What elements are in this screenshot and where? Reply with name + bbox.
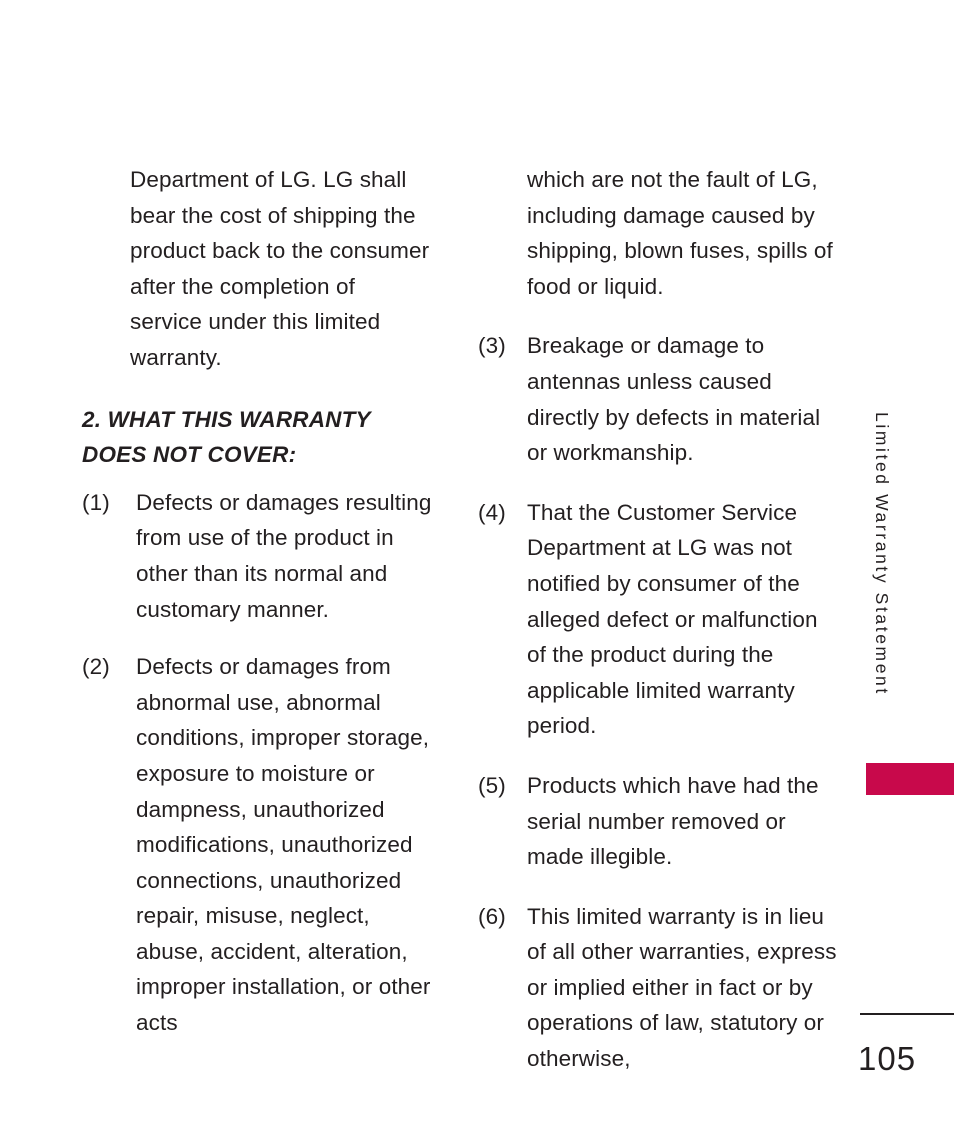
list-item-marker: (6) (478, 903, 506, 929)
list-item-text: That the Customer Service Department at … (527, 499, 818, 739)
list-item-marker: (1) (82, 489, 110, 515)
list-item-text: This limited warranty is in lieu of all … (527, 903, 837, 1072)
right-continued-paragraph: which are not the fault of LG, including… (527, 167, 833, 299)
list-item-text: Defects or damages resulting from use of… (136, 489, 432, 622)
list-item-text: Breakage or damage to antennas unless ca… (527, 333, 821, 466)
list-item-marker: (2) (82, 654, 110, 680)
left-continued-paragraph: Department of LG. LG shall bear the cost… (130, 167, 430, 370)
section-heading: 2. WHAT THIS WARRANTY DOES NOT COVER: (82, 406, 371, 468)
page-number: 105 (858, 1040, 917, 1077)
list-item: (1) Defects or damages resulting from us… (82, 485, 432, 627)
list-item-text: Products which have had the serial numbe… (527, 772, 819, 870)
list-item-marker: (5) (478, 772, 506, 798)
list-item-text: Defects or damages from abnormal use, ab… (136, 654, 431, 1036)
list-item: (2) Defects or damages from abnormal use… (82, 649, 432, 1041)
list-item-marker: (3) (478, 333, 506, 359)
side-tab-color-swatch (866, 763, 954, 795)
list-item: (6) This limited warranty is in lieu of … (478, 899, 838, 1077)
right-numbered-list: (3) Breakage or damage to antennas unles… (478, 328, 838, 1076)
footer-divider-rule (860, 1013, 954, 1015)
left-column: Department of LG. LG shall bear the cost… (82, 162, 432, 1041)
side-tab-running-head: Limited Warranty Statement (860, 412, 954, 696)
side-tab-label-text: Limited Warranty Statement (872, 412, 892, 696)
left-numbered-list: (1) Defects or damages resulting from us… (82, 485, 432, 1041)
document-page: Department of LG. LG shall bear the cost… (0, 0, 954, 1145)
list-item: (5) Products which have had the serial n… (478, 768, 838, 875)
right-column: which are not the fault of LG, including… (478, 162, 838, 1077)
list-item-marker: (4) (478, 499, 506, 525)
list-item: (3) Breakage or damage to antennas unles… (478, 328, 838, 470)
list-item: (4) That the Customer Service Department… (478, 495, 838, 744)
